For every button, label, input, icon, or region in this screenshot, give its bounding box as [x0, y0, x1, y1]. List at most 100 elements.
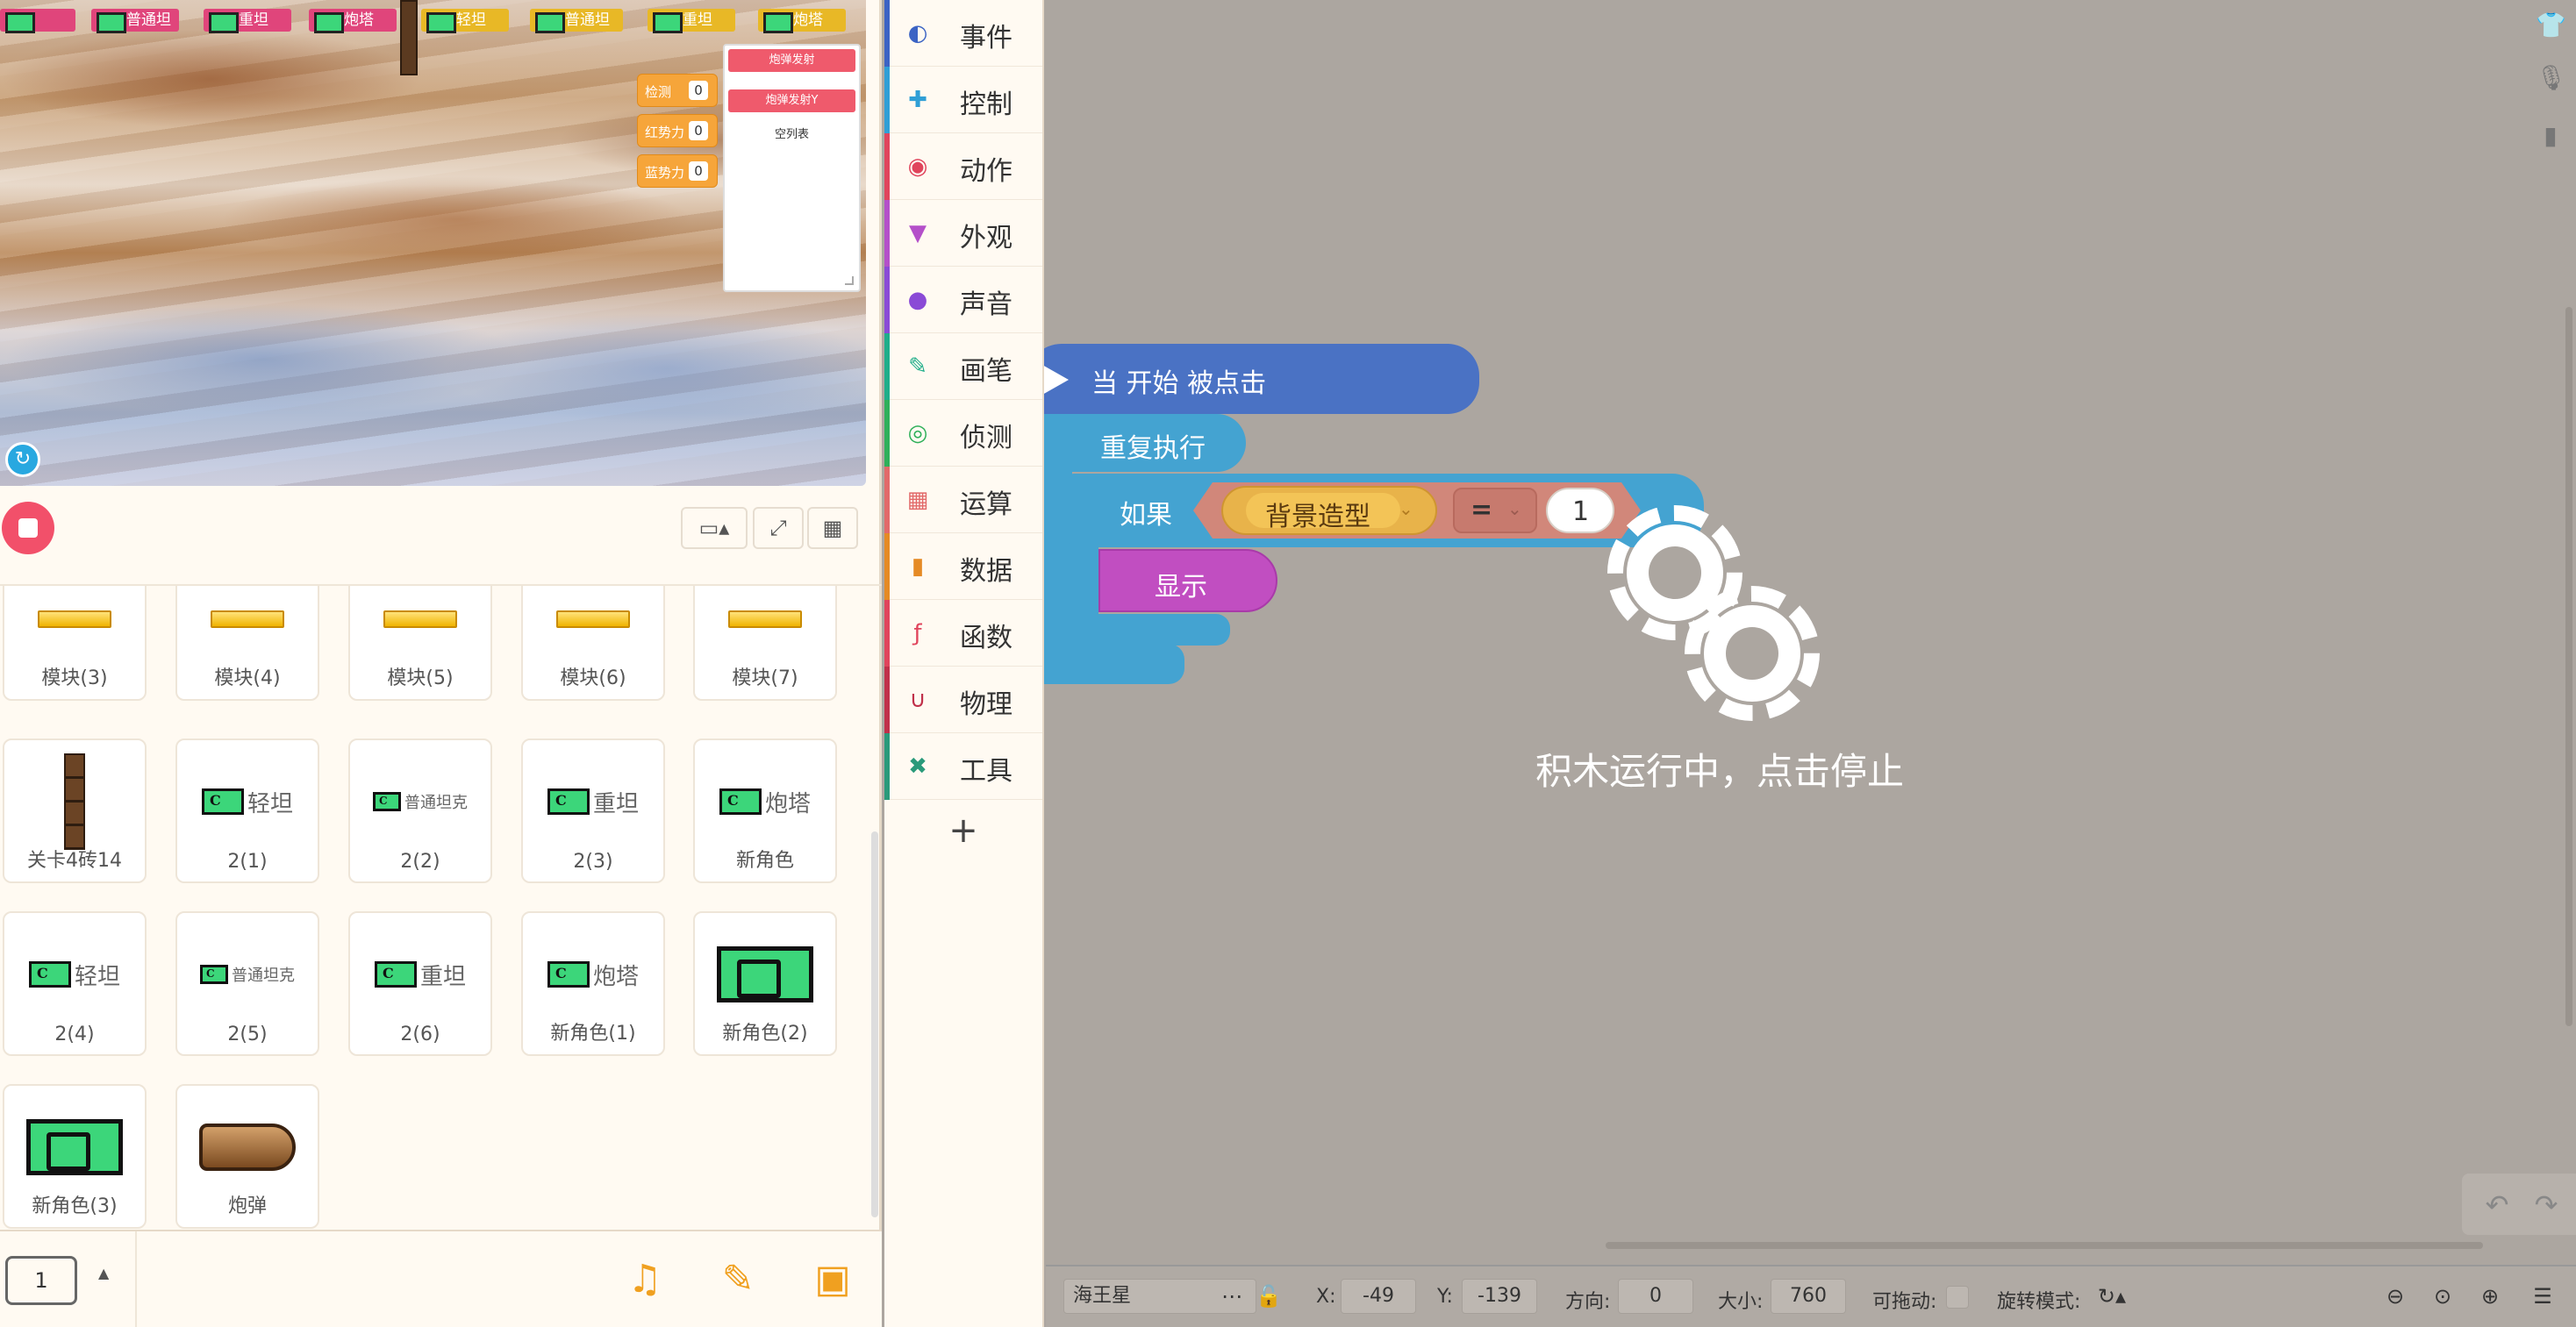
stage-size-button[interactable]: ▭▴ — [681, 507, 748, 549]
code-workspace[interactable]: 重复执行 如果 背景造型 ⌄ = ⌄ 1 显示 当 开始 被点击 积木运行中，点… — [1044, 0, 2576, 1327]
music-icon[interactable]: ♫ — [619, 1254, 670, 1305]
list-monitor[interactable]: 炮弹发射 炮弹发射Y 空列表 — [723, 44, 861, 292]
category-shirt[interactable]: ▼ 外观 — [884, 200, 1042, 267]
sprite-thumbnail — [350, 586, 490, 663]
x-field[interactable]: -49 — [1341, 1279, 1416, 1314]
direction-field[interactable]: 0 — [1618, 1279, 1693, 1314]
sprite-card[interactable]: 模块(4) — [175, 586, 319, 701]
undo-icon[interactable]: ↶ — [2478, 1186, 2516, 1224]
sprite-thumbnail — [177, 1103, 318, 1191]
divider — [135, 1231, 137, 1327]
sprite-card[interactable]: 炮塔新角色 — [693, 738, 837, 883]
resize-handle[interactable] — [845, 276, 854, 285]
sprite-card[interactable]: 关卡4砖14 — [3, 738, 147, 883]
menu-icon[interactable]: ☰ — [2529, 1282, 2557, 1310]
grid-button[interactable]: ▦ — [807, 507, 858, 549]
value-input[interactable]: 1 — [1546, 488, 1614, 533]
category-magnet[interactable]: ∪ 物理 — [884, 667, 1042, 733]
category-chart[interactable]: ▮ 数据 — [884, 533, 1042, 600]
category-function[interactable]: ƒ 函数 — [884, 600, 1042, 667]
function-icon: ƒ — [913, 620, 922, 646]
visibility-icon[interactable]: ⋯ — [1218, 1282, 1246, 1310]
stage-tank-sprite[interactable] — [0, 9, 75, 33]
sprite-card[interactable]: 新角色(2) — [693, 911, 837, 1056]
backdrop-reporter[interactable]: 背景造型 ⌄ — [1221, 486, 1437, 535]
shirt-icon[interactable]: 👕 — [2536, 11, 2566, 40]
sprite-card[interactable]: 重坦 2(6) — [348, 911, 492, 1056]
sprite-card[interactable]: 炮塔新角色(1) — [521, 911, 665, 1056]
fullscreen-button[interactable]: ⤢ — [753, 507, 804, 549]
refresh-icon[interactable]: ↻ — [5, 442, 40, 477]
sprite-card[interactable]: 重坦 2(3) — [521, 738, 665, 883]
sprite-card[interactable]: 炮弹 — [175, 1084, 319, 1229]
sprite-status-bar: 海王星 ⋯ 🔓 X: -49 Y: -139 方向: 0 大小: 760 可拖动… — [1046, 1265, 2576, 1327]
horizontal-scrollbar[interactable] — [1606, 1242, 2483, 1249]
draggable-checkbox[interactable] — [1946, 1286, 1969, 1309]
zoom-out-icon[interactable]: ⊖ — [2381, 1282, 2409, 1310]
show-block[interactable]: 显示 — [1098, 549, 1277, 612]
lock-icon[interactable]: 🔓 — [1255, 1282, 1283, 1310]
sprite-card[interactable]: 模块(7) — [693, 586, 837, 701]
category-toggle[interactable]: ◐ 事件 — [884, 0, 1042, 67]
stop-button[interactable] — [2, 502, 54, 554]
category-label: 外观 — [960, 223, 1013, 253]
sprite-name: 模块(6) — [560, 667, 626, 689]
add-extension-button[interactable]: + — [884, 800, 1042, 861]
stage[interactable]: 普通坦 重坦 炮塔 轻坦 普通坦 重坦 炮塔 检测 0 红势力 0 蓝势力 0 炮弹发射 炮… — [0, 0, 866, 486]
stage-tank-sprite[interactable]: 炮塔 — [758, 9, 846, 33]
operator-dropdown[interactable]: = ⌄ — [1453, 488, 1537, 533]
stage-tank-sprite[interactable]: 普通坦 — [91, 9, 179, 33]
stage-tank-sprite[interactable]: 普通坦 — [530, 9, 623, 33]
caret-up-icon[interactable]: ▲ — [98, 1265, 109, 1281]
sprite-list-scrollbar[interactable] — [871, 831, 878, 1217]
stage-tank-sprite[interactable]: 重坦 — [204, 9, 291, 33]
rotation-mode-dropdown[interactable]: ↻▴ — [2090, 1282, 2134, 1310]
sprite-card[interactable]: 普通坦克 2(5) — [175, 911, 319, 1056]
sprite-card[interactable]: 模块(3) — [3, 586, 147, 701]
stage-tank-sprite[interactable]: 轻坦 — [421, 9, 509, 33]
size-field[interactable]: 760 — [1771, 1279, 1846, 1314]
sprite-card[interactable]: 模块(6) — [521, 586, 665, 701]
monitor-red-force[interactable]: 红势力 0 — [637, 114, 718, 147]
vertical-scrollbar[interactable] — [2565, 307, 2572, 1026]
gear-icon[interactable] — [1685, 586, 1820, 721]
sprite-card[interactable]: 新角色(3) — [3, 1084, 147, 1229]
sprite-card[interactable]: 普通坦克 2(2) — [348, 738, 492, 883]
stage-brick-sprite[interactable] — [400, 0, 418, 75]
category-label: 侦测 — [960, 423, 1013, 453]
sprite-name: 新角色 — [735, 850, 794, 872]
sprite-thumbnail: 重坦 — [523, 758, 663, 845]
page-selector[interactable]: 1 — [5, 1256, 77, 1305]
list-item[interactable]: 炮弹发射Y — [728, 89, 855, 112]
monitor-blue-force[interactable]: 蓝势力 0 — [637, 154, 718, 188]
category-calculator[interactable]: ▦ 运算 — [884, 467, 1042, 533]
list-empty-label: 空列表 — [774, 128, 809, 141]
y-field[interactable]: -139 — [1462, 1279, 1537, 1314]
repeat-block[interactable]: 重复执行 — [1044, 414, 1246, 472]
chart-icon[interactable]: ▮ — [2536, 121, 2565, 151]
category-mic[interactable]: ● 声音 — [884, 267, 1042, 333]
list-item[interactable]: 炮弹发射 — [728, 49, 855, 72]
stage-tank-sprite[interactable]: 重坦 — [648, 9, 735, 33]
show-label: 显示 — [1155, 572, 1207, 603]
folder-add-icon[interactable]: ▣ — [807, 1254, 858, 1305]
category-radar[interactable]: ◎ 侦测 — [884, 400, 1042, 467]
zoom-in-icon[interactable]: ⊕ — [2476, 1282, 2504, 1310]
sprite-card[interactable]: 模块(5) — [348, 586, 492, 701]
category-gamepad[interactable]: ✚ 控制 — [884, 67, 1042, 133]
when-flag-clicked-block[interactable]: 当 开始 被点击 — [1044, 344, 1479, 414]
category-ghost[interactable]: ◉ 动作 — [884, 133, 1042, 200]
category-tools[interactable]: ✖ 工具 — [884, 733, 1042, 800]
sprite-card[interactable]: 轻坦 2(4) — [3, 911, 147, 1056]
stage-tank-sprite[interactable]: 炮塔 — [309, 9, 397, 33]
if-label: 如果 — [1120, 500, 1172, 531]
paint-icon[interactable]: ✎ — [712, 1254, 763, 1305]
category-pen[interactable]: ✎ 画笔 — [884, 333, 1042, 400]
redo-icon[interactable]: ↷ — [2527, 1186, 2565, 1224]
monitor-label: 红势力 — [645, 125, 685, 140]
monitor-detect[interactable]: 检测 0 — [637, 74, 718, 107]
running-stop-hint[interactable]: 积木运行中，点击停止 — [1535, 742, 1904, 795]
sprite-card[interactable]: 轻坦 2(1) — [175, 738, 319, 883]
zoom-reset-icon[interactable]: ⊙ — [2429, 1282, 2457, 1310]
mic-icon[interactable]: 🎙 — [2536, 63, 2567, 93]
